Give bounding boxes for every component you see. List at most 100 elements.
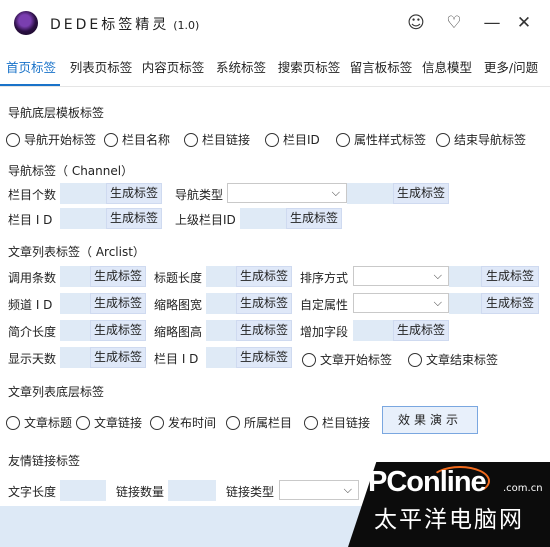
tab-more[interactable]: 更多/问题 [478,54,544,84]
sort-order-field[interactable] [449,266,481,287]
radio-circle [184,132,198,147]
intro-length-input[interactable] [60,320,90,341]
heart-icon[interactable]: ♡ [440,10,468,36]
radio-circle [304,415,318,430]
nav-type-select[interactable]: ⌵ [227,183,347,203]
radio-label: 栏目链接 [202,133,251,147]
tab-divider [0,86,550,87]
radio-circle [104,132,118,147]
gen-button-thumb-height[interactable]: 生成标签 [236,320,292,341]
gen-button-display-days[interactable]: 生成标签 [90,347,146,368]
gen-button-intro-length[interactable]: 生成标签 [90,320,146,341]
call-count-input[interactable] [60,266,90,287]
custom-attr-field[interactable] [449,293,481,314]
label-intro-length: 简介长度 [8,325,57,339]
label-thumb-width: 缩略图宽 [154,298,203,312]
link-count-input[interactable] [168,480,216,501]
add-field-input[interactable] [353,320,393,341]
label-display-days: 显示天数 [8,352,57,366]
gen-button-thumb-width[interactable]: 生成标签 [236,293,292,314]
radio-channel-link-arc[interactable]: 栏目链接 [304,414,370,431]
tab-home[interactable]: 首页标签 [0,54,62,84]
radio-nav-start[interactable]: 导航开始标签 [6,131,96,148]
radio-circle [302,352,316,367]
channel-id-input[interactable] [60,208,106,229]
radio-article-end[interactable]: 文章结束标签 [408,351,498,368]
gen-button-channel-count[interactable]: 生成标签 [106,183,162,204]
app-version: (1.0) [173,19,200,32]
radio-publish-time[interactable]: 发布时间 [150,414,216,431]
gen-button-custom-attr[interactable]: 生成标签 [481,293,539,314]
effect-demo-button[interactable]: 效果演示 [382,406,478,434]
tab-info-model[interactable]: 信息模型 [418,54,476,84]
radio-channel-name[interactable]: 栏目名称 [104,131,170,148]
tab-guestbook[interactable]: 留言板标签 [346,54,416,84]
radio-nav-end[interactable]: 结束导航标签 [436,131,526,148]
tab-search[interactable]: 搜索页标签 [274,54,344,84]
custom-attr-select[interactable]: ⌵ [353,293,449,313]
radio-channel-link[interactable]: 栏目链接 [184,131,250,148]
nav-type-field[interactable] [347,183,393,204]
section-title-arclist: 文章列表标签（ Arclist） [8,245,145,259]
watermark-domain: .com.cn [503,483,543,494]
thumb-height-input[interactable] [206,320,236,341]
radio-label: 结束导航标签 [454,133,527,147]
gen-button-add-field[interactable]: 生成标签 [393,320,449,341]
gen-button-title-length[interactable]: 生成标签 [236,266,292,287]
sort-order-select[interactable]: ⌵ [353,266,449,286]
app-logo-icon [14,11,38,35]
window-title: DEDE标签精灵 (1.0) [50,14,199,34]
label-add-field: 增加字段 [300,325,349,339]
label-call-count: 调用条数 [8,271,57,285]
app-title-text: DEDE标签精灵 [50,17,170,33]
radio-label: 属性样式标签 [354,133,427,147]
gen-button-nav-type[interactable]: 生成标签 [393,183,449,204]
label-channel-id-arc2: 栏目 I D [154,352,199,366]
watermark-brand: PConline [368,466,487,498]
radio-label: 栏目ID [283,133,320,147]
channel-count-input[interactable] [60,183,106,204]
radio-article-title[interactable]: 文章标题 [6,414,72,431]
tab-list[interactable]: 列表页标签 [66,54,136,84]
gen-button-channel-id-arc[interactable]: 生成标签 [90,293,146,314]
radio-circle [6,415,20,430]
radio-circle [436,132,450,147]
radio-article-start[interactable]: 文章开始标签 [302,351,392,368]
channel-id-arc2-input[interactable] [206,347,236,368]
text-length-input[interactable] [60,480,106,501]
label-sort-order: 排序方式 [300,271,349,285]
smile-icon[interactable]: ☺ [402,10,430,36]
thumb-width-input[interactable] [206,293,236,314]
label-channel-id-arc: 频道 I D [8,298,53,312]
section-title-flink: 友情链接标签 [8,454,81,468]
title-length-input[interactable] [206,266,236,287]
label-channel-count: 栏目个数 [8,188,57,202]
chevron-down-icon: ⌵ [343,483,352,496]
gen-button-channel-id-arc2[interactable]: 生成标签 [236,347,292,368]
tab-content[interactable]: 内容页标签 [138,54,208,84]
radio-belong-channel[interactable]: 所属栏目 [226,414,292,431]
chevron-down-icon: ⌵ [433,296,442,309]
gen-button-sort-order[interactable]: 生成标签 [481,266,539,287]
radio-circle [76,415,90,430]
minimize-button[interactable]: — [478,10,506,36]
section-title-nav-footer: 导航底层模板标签 [8,106,105,120]
label-link-type: 链接类型 [226,485,275,499]
section-title-arc-footer: 文章列表底层标签 [8,385,105,399]
radio-label: 文章开始标签 [320,353,393,367]
radio-article-link[interactable]: 文章链接 [76,414,142,431]
radio-channel-id[interactable]: 栏目ID [265,131,320,148]
channel-id-arc-input[interactable] [60,293,90,314]
gen-button-call-count[interactable]: 生成标签 [90,266,146,287]
radio-label: 文章标题 [24,416,73,430]
close-button[interactable]: ✕ [510,10,538,36]
link-type-select[interactable]: ⌵ [279,480,359,500]
tab-system[interactable]: 系统标签 [212,54,270,84]
gen-button-channel-id[interactable]: 生成标签 [106,208,162,229]
radio-label: 发布时间 [168,416,217,430]
display-days-input[interactable] [60,347,90,368]
gen-button-parent-id[interactable]: 生成标签 [286,208,342,229]
radio-attr-style[interactable]: 属性样式标签 [336,131,426,148]
watermark-cn-text: 太平洋电脑网 [374,507,524,533]
parent-id-input[interactable] [240,208,286,229]
